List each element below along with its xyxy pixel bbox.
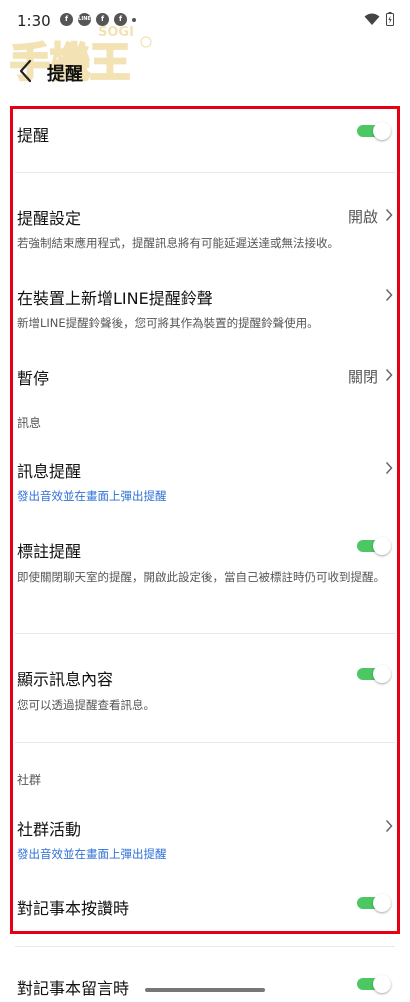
add-ringtone-title: 在裝置上新增LINE提醒鈴聲 bbox=[17, 289, 213, 308]
notify-settings-desc: 若強制結束應用程式，提醒訊息將有可能延遲送達或無法接收。 bbox=[17, 236, 339, 250]
pause-value: 關閉 bbox=[347, 368, 378, 386]
pause-title: 暫停 bbox=[17, 369, 50, 388]
chevron-left-icon[interactable] bbox=[14, 58, 38, 84]
chevron-right-icon bbox=[385, 819, 393, 833]
status-bar: 1:30 f LINE f f bbox=[0, 0, 410, 40]
divider bbox=[15, 742, 395, 743]
message-notify-title: 訊息提醒 bbox=[17, 462, 82, 481]
mention-notify-toggle[interactable] bbox=[357, 537, 391, 555]
divider bbox=[15, 946, 395, 947]
pause-row[interactable]: 暫停 關閉 bbox=[0, 355, 410, 395]
show-content-desc: 您可以透過提醒查看訊息。 bbox=[17, 698, 155, 712]
notify-title: 提醒 bbox=[17, 126, 50, 145]
notify-toggle[interactable] bbox=[357, 122, 391, 140]
wifi-icon bbox=[364, 13, 380, 25]
status-time: 1:30 bbox=[17, 12, 51, 30]
add-ringtone-row[interactable]: 在裝置上新增LINE提醒鈴聲 新增LINE提醒鈴聲後，您可將其作為裝置的提醒鈴聲… bbox=[0, 275, 410, 340]
note-comment-toggle[interactable] bbox=[357, 975, 391, 993]
divider bbox=[15, 172, 395, 173]
notify-settings-title: 提醒設定 bbox=[17, 209, 82, 228]
mention-notify-desc: 即使關閉聊天室的提醒，開啟此設定後，當自己被標註時仍可收到提醒。 bbox=[17, 570, 385, 584]
toggle-knob bbox=[373, 665, 391, 683]
mention-notify-row[interactable]: 標註提醒 即使關閉聊天室的提醒，開啟此設定後，當自己被標註時仍可收到提醒。 bbox=[0, 528, 410, 613]
facebook-icon: f bbox=[96, 13, 109, 26]
mention-notify-title: 標註提醒 bbox=[17, 542, 82, 561]
community-activity-title: 社群活動 bbox=[17, 820, 82, 839]
chevron-right-icon bbox=[385, 368, 393, 382]
add-ringtone-desc: 新增LINE提醒鈴聲後，您可將其作為裝置的提醒鈴聲使用。 bbox=[17, 316, 319, 330]
toggle-knob bbox=[373, 122, 391, 140]
section-label-messages: 訊息 bbox=[17, 416, 42, 430]
home-indicator[interactable] bbox=[145, 988, 265, 992]
app-header: 提醒 bbox=[0, 50, 410, 95]
chevron-right-icon bbox=[385, 461, 393, 475]
toggle-knob bbox=[373, 537, 391, 555]
divider bbox=[15, 633, 395, 634]
facebook-icon: f bbox=[114, 13, 127, 26]
section-label-community: 社群 bbox=[17, 773, 42, 787]
page-title: 提醒 bbox=[47, 64, 83, 85]
notify-settings-row[interactable]: 提醒設定 開啟 若強制結束應用程式，提醒訊息將有可能延遲送達或無法接收。 bbox=[0, 195, 410, 260]
toggle-knob bbox=[373, 975, 391, 993]
notification-icons: f LINE f f bbox=[60, 13, 136, 26]
notify-toggle-row[interactable]: 提醒 bbox=[0, 110, 410, 160]
toggle-knob bbox=[373, 894, 391, 912]
battery-icon bbox=[386, 12, 394, 26]
message-notify-row[interactable]: 訊息提醒 發出音效並在畫面上彈出提醒 bbox=[0, 448, 410, 513]
line-icon: LINE bbox=[78, 13, 91, 26]
note-like-row[interactable]: 對記事本按讚時 bbox=[0, 885, 410, 925]
show-content-toggle[interactable] bbox=[357, 665, 391, 683]
notify-settings-value: 開啟 bbox=[347, 208, 378, 226]
note-comment-row[interactable]: 對記事本留言時 bbox=[0, 966, 410, 1000]
show-content-title: 顯示訊息內容 bbox=[17, 670, 114, 689]
community-activity-row[interactable]: 社群活動 發出音效並在畫面上彈出提醒 bbox=[0, 806, 410, 871]
show-content-row[interactable]: 顯示訊息內容 您可以透過提醒查看訊息。 bbox=[0, 656, 410, 721]
note-like-toggle[interactable] bbox=[357, 894, 391, 912]
facebook-icon: f bbox=[60, 13, 73, 26]
message-notify-desc: 發出音效並在畫面上彈出提醒 bbox=[17, 489, 167, 503]
community-activity-desc: 發出音效並在畫面上彈出提醒 bbox=[17, 847, 167, 861]
more-notifications-dot-icon bbox=[132, 17, 136, 22]
chevron-right-icon bbox=[385, 288, 393, 302]
note-like-title: 對記事本按讚時 bbox=[17, 899, 130, 918]
chevron-right-icon bbox=[385, 208, 393, 222]
note-comment-title: 對記事本留言時 bbox=[17, 979, 130, 998]
status-right bbox=[364, 12, 394, 26]
